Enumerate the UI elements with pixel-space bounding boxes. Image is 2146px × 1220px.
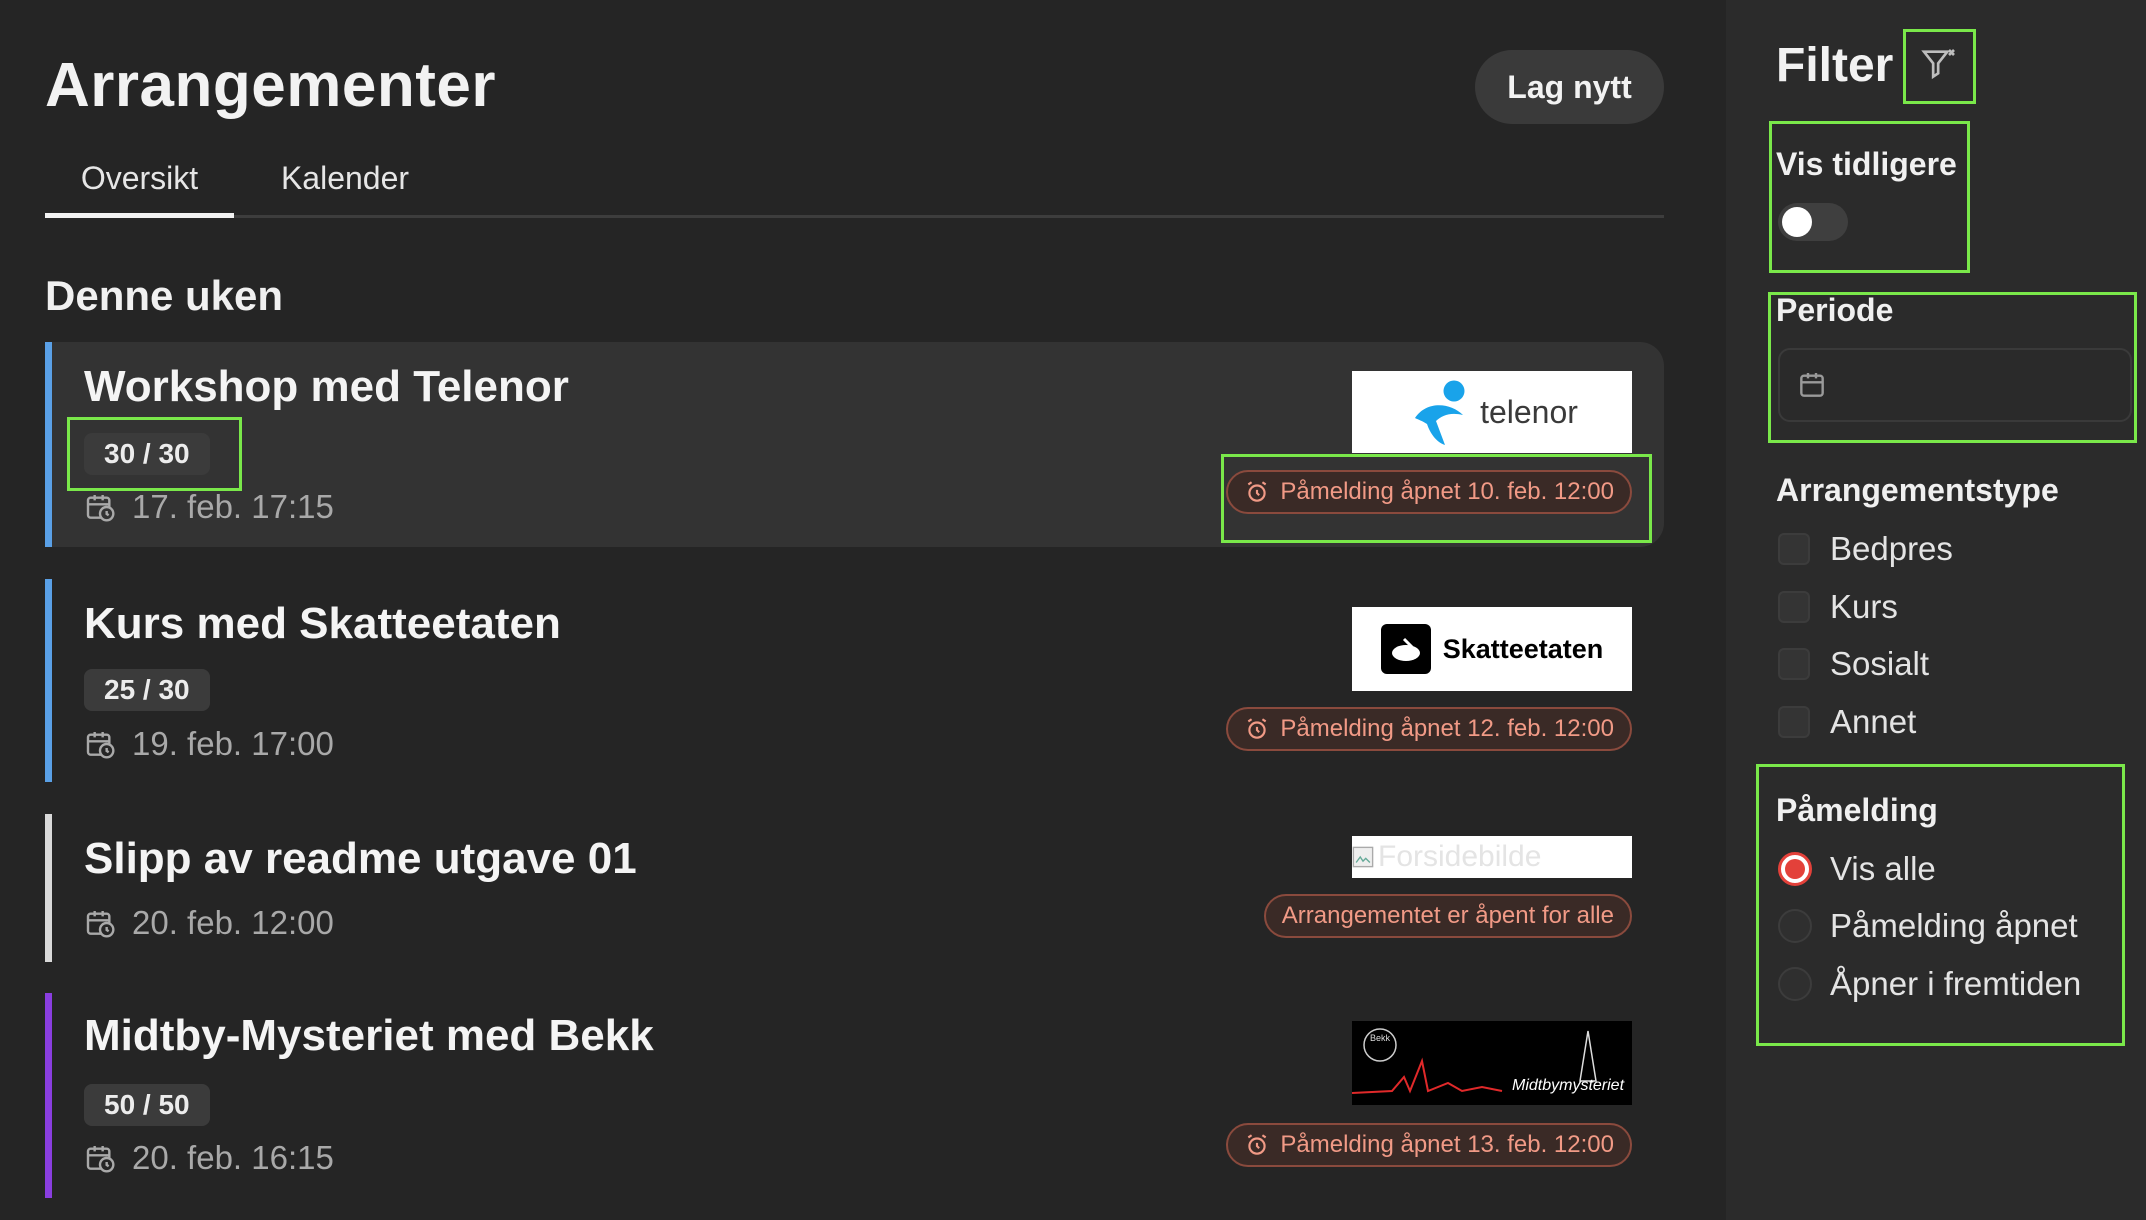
registration-status-badge: Arrangementet er åpent for alle — [1263, 894, 1632, 938]
event-color-bar — [45, 579, 52, 782]
registration-label: Påmelding — [1776, 792, 1938, 828]
show-earlier-label: Vis tidligere — [1776, 146, 1957, 182]
event-card[interactable]: Midtby-Mysteriet med Bekk 50 / 50 20. fe… — [45, 993, 1664, 1198]
clear-filter-button[interactable] — [1906, 32, 1972, 98]
calendar-clock-icon — [86, 732, 115, 759]
calendar-clock-icon — [86, 1146, 115, 1173]
event-date-text: 20. feb. 16:15 — [132, 1139, 334, 1176]
event-capacity-badge: 50 / 50 — [84, 1084, 210, 1126]
event-date-text: 17. feb. 17:15 — [132, 488, 334, 525]
checkbox[interactable] — [1778, 648, 1810, 680]
create-event-button[interactable]: Lag nytt — [1475, 50, 1664, 124]
badge-text: Påmelding åpnet 10. feb. 12:00 — [1280, 478, 1614, 505]
option-label: Åpner i fremtiden — [1830, 965, 2082, 1002]
event-type-option-annet[interactable]: Annet — [1778, 703, 1916, 741]
logo-text: Skatteetaten — [1442, 633, 1604, 664]
logo-alt-text: Forsidebilde — [1378, 840, 1542, 873]
event-color-bar — [45, 342, 52, 547]
radio[interactable] — [1778, 967, 1812, 1001]
calendar-icon — [1800, 373, 1824, 397]
logo-text: Midtbymysteriet — [1512, 1077, 1625, 1094]
event-logo: Bekk Midtbymysteriet — [1352, 1021, 1632, 1105]
option-label: Bedpres — [1830, 530, 1953, 567]
checkbox[interactable] — [1778, 533, 1810, 565]
option-label: Annet — [1830, 703, 1917, 740]
event-title: Workshop med Telenor — [84, 362, 569, 411]
event-title: Midtby-Mysteriet med Bekk — [84, 1011, 654, 1060]
event-title: Kurs med Skatteetaten — [84, 599, 561, 648]
registration-option-future[interactable]: Åpner i fremtiden — [1778, 965, 2081, 1003]
main-content: Arrangementer Lag nytt Oversikt Kalender… — [0, 0, 1726, 1220]
period-date-picker[interactable] — [1778, 348, 2132, 422]
event-date-text: 20. feb. 12:00 — [132, 904, 334, 941]
option-label: Sosialt — [1830, 645, 1930, 682]
alarm-clock-icon — [1248, 1134, 1267, 1155]
event-logo: Skatteetaten — [1352, 607, 1632, 691]
event-logo-broken-image: Forsidebilde — [1352, 836, 1632, 878]
option-label: Vis alle — [1830, 850, 1936, 887]
radio-selected[interactable] — [1778, 852, 1812, 886]
event-type-option-sosialt[interactable]: Sosialt — [1778, 645, 1929, 683]
logo-small-text: Bekk — [1370, 1033, 1391, 1043]
telenor-logo-icon — [1415, 380, 1465, 445]
event-date-text: 19. feb. 17:00 — [132, 725, 334, 762]
filter-title: Filter — [1776, 39, 1894, 92]
event-type-option-kurs[interactable]: Kurs — [1778, 588, 1898, 626]
event-card[interactable]: Slipp av readme utgave 01 20. feb. 12:00… — [45, 814, 1664, 962]
section-title: Denne uken — [45, 272, 284, 319]
checkbox[interactable] — [1778, 591, 1810, 623]
badge-text: Påmelding åpnet 12. feb. 12:00 — [1280, 715, 1614, 742]
event-color-bar — [45, 993, 52, 1198]
event-capacity-badge: 30 / 30 — [84, 433, 210, 475]
event-card[interactable]: Kurs med Skatteetaten 25 / 30 19. feb. 1… — [45, 579, 1664, 782]
registration-status-badge: Påmelding åpnet 13. feb. 12:00 — [1226, 1123, 1632, 1167]
event-date: 17. feb. 17:15 — [84, 488, 334, 526]
event-card[interactable]: Workshop med Telenor 30 / 30 17. feb. 17… — [45, 342, 1664, 547]
event-date: 20. feb. 12:00 — [84, 904, 334, 942]
event-capacity-badge: 25 / 30 — [84, 669, 210, 711]
event-color-bar — [45, 814, 52, 962]
registration-option-open[interactable]: Påmelding åpnet — [1778, 907, 2078, 945]
tab-overview[interactable]: Oversikt — [45, 160, 234, 218]
calendar-clock-icon — [86, 911, 115, 938]
badge-text: Arrangementet er åpent for alle — [1281, 902, 1614, 929]
checkbox[interactable] — [1778, 706, 1810, 738]
toggle-knob — [1782, 207, 1812, 237]
badge-text: Påmelding åpnet 13. feb. 12:00 — [1280, 1131, 1614, 1158]
event-date: 20. feb. 16:15 — [84, 1139, 334, 1177]
option-label: Påmelding åpnet — [1830, 907, 2078, 944]
skatteetaten-logo-icon — [1380, 624, 1431, 674]
broken-image-icon — [1352, 846, 1374, 868]
event-type-label: Arrangementstype — [1776, 472, 2059, 508]
event-type-option-bedpres[interactable]: Bedpres — [1778, 530, 1953, 568]
event-date: 19. feb. 17:00 — [84, 725, 334, 763]
alarm-clock-icon — [1248, 481, 1267, 502]
option-label: Kurs — [1830, 588, 1898, 625]
event-logo: telenor — [1352, 371, 1632, 453]
registration-option-show-all[interactable]: Vis alle — [1778, 850, 1936, 888]
registration-status-badge: Påmelding åpnet 12. feb. 12:00 — [1226, 707, 1632, 751]
show-earlier-toggle[interactable] — [1778, 203, 1848, 241]
event-title: Slipp av readme utgave 01 — [84, 834, 637, 883]
filter-clear-icon — [1921, 49, 1955, 80]
logo-text: telenor — [1480, 393, 1578, 430]
radio[interactable] — [1778, 909, 1812, 943]
calendar-clock-icon — [86, 495, 115, 522]
period-label: Periode — [1776, 292, 1894, 328]
view-tabs: Oversikt Kalender — [45, 160, 1664, 218]
tab-calendar[interactable]: Kalender — [265, 160, 425, 218]
page-title: Arrangementer — [45, 51, 496, 120]
alarm-clock-icon — [1248, 718, 1267, 739]
registration-status-badge: Påmelding åpnet 10. feb. 12:00 — [1226, 470, 1632, 514]
